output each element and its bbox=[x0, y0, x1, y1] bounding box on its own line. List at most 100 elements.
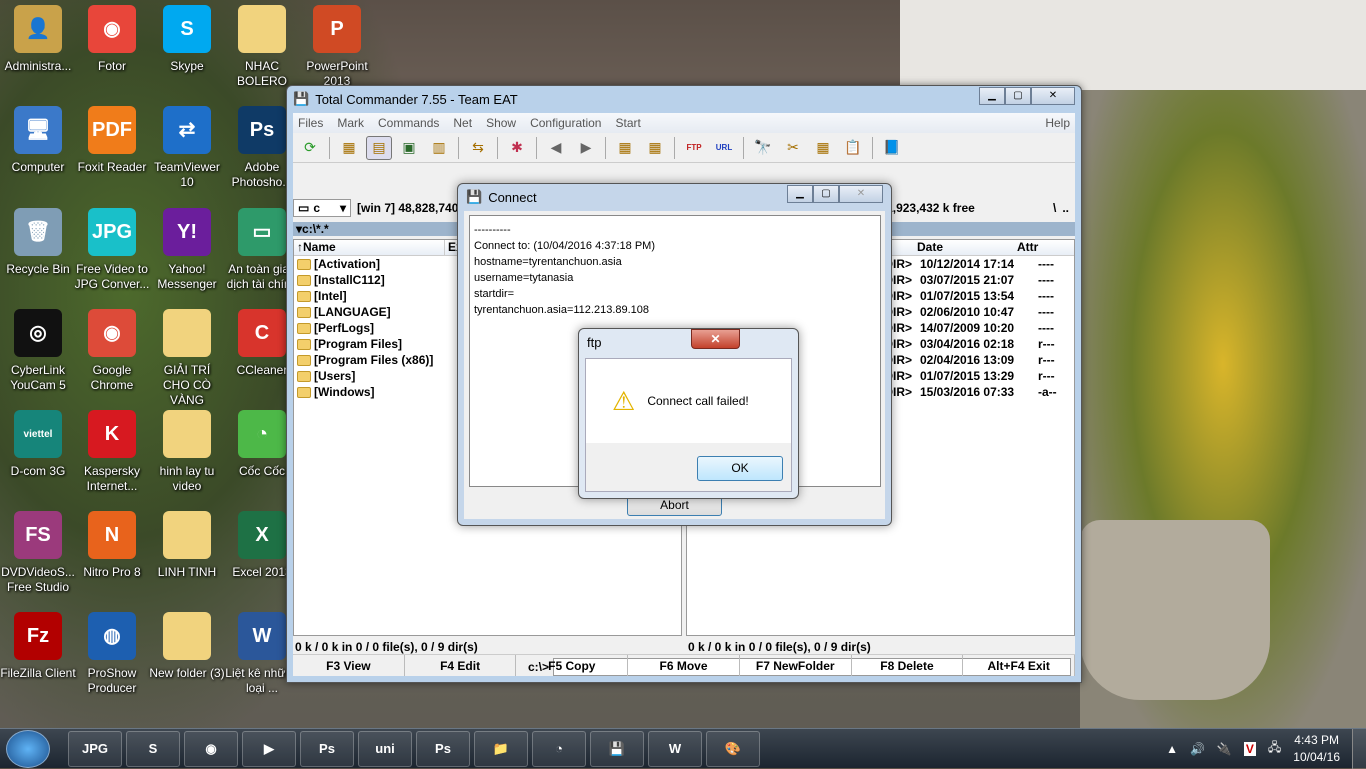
fkey-button[interactable]: F6 Move bbox=[628, 655, 740, 676]
icon-label: Google Chrome bbox=[90, 363, 134, 392]
desktop-icon[interactable]: P PowerPoint 2013 bbox=[299, 5, 375, 89]
desktop-icon[interactable]: ◎ CyberLink YouCam 5 bbox=[0, 309, 76, 393]
tree-view-icon[interactable]: ▥ bbox=[426, 136, 452, 160]
taskbar-app[interactable]: ◉ bbox=[184, 730, 238, 767]
refresh-icon[interactable]: ⟳ bbox=[297, 136, 323, 160]
file-attr: ---- bbox=[1038, 273, 1054, 287]
desktop-icon[interactable]: 🖥 Computer bbox=[0, 106, 76, 175]
forward-icon[interactable]: ▶ bbox=[573, 136, 599, 160]
unpack-icon[interactable]: ▦ bbox=[642, 136, 668, 160]
ok-button[interactable]: OK bbox=[697, 456, 783, 481]
desktop-icon[interactable]: JPG Free Video to JPG Conver... bbox=[74, 208, 150, 292]
fkey-button[interactable]: F7 NewFolder bbox=[740, 655, 852, 676]
volume-icon[interactable]: 🔊 bbox=[1190, 742, 1205, 756]
menu-help[interactable]: Help bbox=[1045, 116, 1070, 130]
compare-dirs-icon[interactable]: ⇆ bbox=[465, 136, 491, 160]
clock[interactable]: 4:43 PM 10/04/16 bbox=[1293, 732, 1340, 766]
desktop-icon[interactable]: ◉ Google Chrome bbox=[74, 309, 150, 393]
taskbar-app[interactable]: ◔ bbox=[532, 730, 586, 767]
taskbar-app[interactable]: JPG bbox=[68, 730, 122, 767]
antivirus-icon[interactable]: V bbox=[1243, 741, 1256, 756]
icon-label: DVDVideoS... Free Studio bbox=[1, 565, 75, 594]
desktop-icon[interactable]: 👤 Administra... bbox=[0, 5, 76, 74]
drive-letter: c bbox=[313, 201, 321, 215]
full-view-icon[interactable]: ▤ bbox=[366, 135, 392, 160]
desktop-icon[interactable]: hinh lay tu video bbox=[149, 410, 225, 494]
maximize-button[interactable]: ▢ bbox=[1005, 87, 1031, 105]
select-group-icon[interactable]: ✱ bbox=[504, 136, 530, 160]
menu-mark[interactable]: Mark bbox=[337, 116, 364, 130]
power-icon[interactable]: 🔌 bbox=[1217, 742, 1232, 756]
file-date: 01/07/2015 13:29 bbox=[920, 369, 1015, 383]
fkey-button[interactable]: F5 Copy bbox=[516, 655, 629, 676]
taskbar-app[interactable]: Ps bbox=[300, 730, 354, 767]
ftp-url-icon[interactable]: URL bbox=[711, 136, 737, 160]
desktop-icon[interactable]: Fz FileZilla Client bbox=[0, 612, 76, 681]
desktop-icon[interactable]: ◉ Fotor bbox=[74, 5, 150, 74]
multi-rename-icon[interactable]: ✂ bbox=[780, 136, 806, 160]
title-bar[interactable]: 💾 Total Commander 7.55 - Team EAT bbox=[287, 86, 1081, 112]
desktop-icon[interactable]: LINH TINH bbox=[149, 511, 225, 580]
desktop-icon[interactable]: 🗑 Recycle Bin bbox=[0, 208, 76, 277]
search-icon[interactable]: 🔭 bbox=[750, 136, 776, 160]
taskbar-app[interactable]: W bbox=[648, 730, 702, 767]
fkey-button[interactable]: F8 Delete bbox=[852, 655, 964, 676]
brief-view-icon[interactable]: ▦ bbox=[336, 136, 362, 160]
col-date[interactable]: Date bbox=[917, 240, 1017, 255]
desktop-icon[interactable]: K Kaspersky Internet... bbox=[74, 410, 150, 494]
desktop-icon[interactable]: S Skype bbox=[149, 5, 225, 74]
menu-commands[interactable]: Commands bbox=[378, 116, 439, 130]
menu-net[interactable]: Net bbox=[453, 116, 472, 130]
log-line: hostname=tyrentanchuon.asia bbox=[474, 256, 622, 268]
taskbar-app[interactable]: uni bbox=[358, 730, 412, 767]
right-up-button[interactable]: .. bbox=[1062, 201, 1069, 215]
desktop-icon[interactable]: ◍ ProShow Producer bbox=[74, 612, 150, 696]
pack-icon[interactable]: ▦ bbox=[612, 136, 638, 160]
taskbar-app[interactable]: 🎨 bbox=[706, 730, 760, 767]
folder-icon bbox=[297, 386, 311, 398]
thumbnail-view-icon[interactable]: ▣ bbox=[396, 136, 422, 160]
notepad-icon[interactable]: 📋 bbox=[840, 136, 866, 160]
back-icon[interactable]: ◀ bbox=[543, 136, 569, 160]
taskbar-app[interactable]: Ps bbox=[416, 730, 470, 767]
fkey-button[interactable]: F4 Edit bbox=[405, 655, 517, 676]
taskbar-app[interactable]: ▶ bbox=[242, 730, 296, 767]
desktop-icon[interactable]: GIẢI TRÍ CHO CÒ VÀNG bbox=[149, 309, 225, 408]
col-attr[interactable]: Attr bbox=[1017, 240, 1038, 255]
taskbar-app[interactable]: 💾 bbox=[590, 730, 644, 767]
col-name[interactable]: ↑Name bbox=[294, 240, 444, 255]
show-hidden-icons[interactable]: ▲ bbox=[1166, 742, 1178, 756]
menu-configuration[interactable]: Configuration bbox=[530, 116, 601, 130]
start-button[interactable] bbox=[6, 729, 50, 768]
close-button[interactable]: ✕ bbox=[691, 329, 740, 349]
help-icon[interactable]: 📘 bbox=[879, 136, 905, 160]
menu-show[interactable]: Show bbox=[486, 116, 516, 130]
desktop-icon[interactable]: ⇄ TeamViewer 10 bbox=[149, 106, 225, 190]
menu-files[interactable]: Files bbox=[298, 116, 323, 130]
desktop-icon[interactable]: NHAC BOLERO bbox=[224, 5, 300, 89]
desktop-icon[interactable]: Y! Yahoo! Messenger bbox=[149, 208, 225, 292]
show-desktop-button[interactable] bbox=[1352, 729, 1366, 769]
network-icon[interactable]: 🖧 bbox=[1268, 738, 1281, 759]
menu-start[interactable]: Start bbox=[615, 116, 640, 130]
close-button[interactable]: ✕ bbox=[839, 185, 883, 203]
desktop-icon[interactable]: PDF Foxit Reader bbox=[74, 106, 150, 175]
app-icon: FS bbox=[14, 511, 62, 559]
minimize-button[interactable]: ▁ bbox=[979, 87, 1005, 105]
sync-dirs-icon[interactable]: ▦ bbox=[810, 136, 836, 160]
close-button[interactable]: ✕ bbox=[1031, 87, 1075, 105]
taskbar-app[interactable]: 📁 bbox=[474, 730, 528, 767]
right-root-button[interactable]: \ bbox=[1053, 201, 1056, 215]
ftp-connect-icon[interactable]: FTP bbox=[681, 136, 707, 160]
desktop-icon[interactable]: New folder (3) bbox=[149, 612, 225, 681]
desktop-icon[interactable]: viettel D-com 3G bbox=[0, 410, 76, 479]
desktop-icon[interactable]: FS DVDVideoS... Free Studio bbox=[0, 511, 76, 595]
app-icon: Fz bbox=[14, 612, 62, 660]
fkey-button[interactable]: F3 View bbox=[293, 655, 405, 676]
desktop-icon[interactable]: N Nitro Pro 8 bbox=[74, 511, 150, 580]
taskbar-app[interactable]: S bbox=[126, 730, 180, 767]
minimize-button[interactable]: ▁ bbox=[787, 185, 813, 203]
fkey-button[interactable]: Alt+F4 Exit bbox=[963, 655, 1076, 676]
maximize-button[interactable]: ▢ bbox=[813, 185, 839, 203]
left-drive-select[interactable]: ▭ c ▾ bbox=[293, 199, 351, 217]
